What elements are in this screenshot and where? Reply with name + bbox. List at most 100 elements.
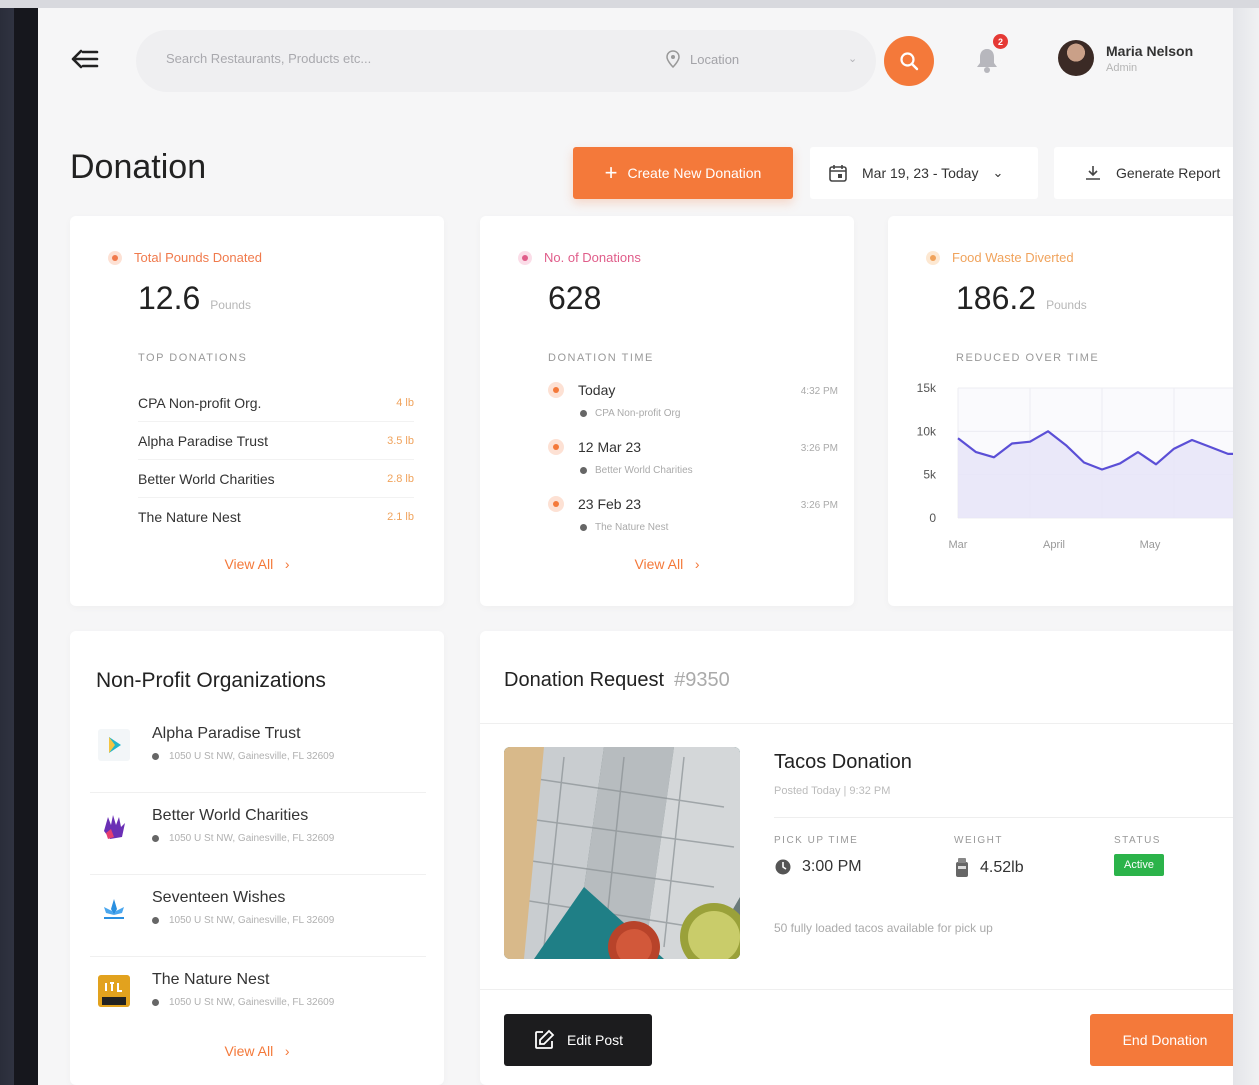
view-all-link[interactable]: View All › [70,556,444,572]
avatar [1058,40,1094,76]
status-info: STATUS Active [1114,835,1164,876]
donation-time-list: Today 4:32 PM CPA Non-profit Org 12 Mar … [548,378,838,549]
heart-icon [518,250,532,265]
donation-amount: 4 lb [396,396,414,409]
org-name: Alpha Paradise Trust [152,725,301,742]
list-item[interactable]: 23 Feb 23 3:26 PM The Nature Nest [548,492,838,549]
chevron-right-icon: › [687,556,700,572]
org-name: Alpha Paradise Trust [138,432,268,449]
stat-value: 628 [548,280,601,317]
weight-info: WEIGHT 4.52lb [954,835,1024,878]
donation-org: CPA Non-profit Org [580,408,680,419]
collapse-menu-icon[interactable] [70,46,100,72]
top-donations-list: CPA Non-profit Org. 4 lb Alpha Paradise … [138,384,414,536]
donation-description: 50 fully loaded tacos available for pick… [774,921,993,935]
user-profile[interactable]: Maria Nelson Admin [1058,40,1193,76]
donation-amount: 2.1 lb [387,511,414,523]
donation-org-name: Better World Charities [595,465,693,476]
chevron-down-icon[interactable]: ⌄ [848,52,857,65]
search-icon [900,52,919,71]
donation-name: Tacos Donation [774,751,912,773]
pickup-info: PICK UP TIME 3:00 PM [774,835,862,876]
donation-org-name: The Nature Nest [595,522,669,533]
org-address-text: 1050 U St NW, Gainesville, FL 32609 [169,833,335,844]
list-item[interactable]: The Nature Nest 1050 U St NW, Gainesvill… [90,957,426,1039]
nonprofit-list: Alpha Paradise Trust 1050 U St NW, Gaine… [90,711,426,1039]
weight-value: 4.52lb [954,858,1024,878]
user-name: Maria Nelson [1106,42,1194,59]
org-address-text: 1050 U St NW, Gainesville, FL 32609 [169,751,335,762]
edit-post-button[interactable]: Edit Post [504,1014,652,1066]
donation-time: 3:26 PM [800,500,838,511]
device-bezel [14,8,38,1085]
donation-time: 4:32 PM [800,386,838,397]
total-pounds-card: Total Pounds Donated 12.6 Pounds TOP DON… [70,216,444,606]
list-item[interactable]: The Nature Nest 2.1 lb [138,498,414,536]
chevron-right-icon: › [277,556,290,572]
stat-label-text: Total Pounds Donated [134,250,262,265]
org-name: The Nature Nest [138,509,241,525]
weight-icon [108,250,122,265]
tacos-photo [504,747,740,959]
pin-icon [152,999,159,1006]
list-item[interactable]: 12 Mar 23 3:26 PM Better World Charities [548,435,838,492]
date-range-picker[interactable]: Mar 19, 23 - Today ⌄ [810,147,1038,199]
list-item[interactable]: Seventeen Wishes 1050 U St NW, Gainesvil… [90,875,426,957]
location-select[interactable]: Location [666,50,739,68]
list-item[interactable]: Better World Charities 2.8 lb [138,460,414,498]
clock-icon [775,859,791,875]
list-item[interactable]: Better World Charities 1050 U St NW, Gai… [90,793,426,875]
pickup-caption: PICK UP TIME [774,835,859,846]
view-all-label: View All [634,556,684,572]
create-donation-button[interactable]: + Create New Donation [573,147,793,199]
view-all-label: View All [224,556,274,572]
donation-date: 12 Mar 23 [578,439,642,455]
donation-amount: 3.5 lb [387,434,414,447]
y-tick-label: 0 [929,511,936,525]
end-donation-label: End Donation [1122,1032,1208,1048]
stat-number: 628 [548,280,602,316]
stat-unit: Pounds [210,298,251,312]
search-button[interactable] [884,36,934,86]
donation-org: The Nature Nest [580,522,668,533]
plus-icon: + [604,160,618,185]
status-badge: Active [1114,854,1164,876]
notification-badge: 2 [993,34,1008,49]
top-bar: Location ⌄ 2 Maria Nelson Admin [38,8,1233,112]
date-range-label: Mar 19, 23 - Today [862,165,979,181]
divider [774,817,1233,818]
y-tick-label: 15k [917,381,937,395]
divider [480,989,1233,990]
pickup-value: 3:00 PM [774,858,862,876]
donation-amount: 2.8 lb [387,472,414,485]
donation-icon [548,382,564,398]
pin-icon [580,524,587,531]
x-tick-label: April [1043,539,1065,551]
stat-value: 186.2 Pounds [956,280,1087,317]
list-item[interactable]: CPA Non-profit Org. 4 lb [138,384,414,422]
user-role: Admin [1106,61,1138,74]
stat-number: 186.2 [956,280,1037,316]
list-item[interactable]: Today 4:32 PM CPA Non-profit Org [548,378,838,435]
donation-time: 3:26 PM [800,443,838,454]
list-item[interactable]: Alpha Paradise Trust 1050 U St NW, Gaine… [90,711,426,793]
view-all-link[interactable]: View All › [70,1043,444,1059]
view-all-link[interactable]: View All › [480,556,854,572]
end-donation-button[interactable]: End Donation [1090,1014,1233,1066]
bell-icon[interactable] [974,46,1000,74]
list-item[interactable]: Alpha Paradise Trust 3.5 lb [138,422,414,460]
page-title: Donation [70,148,207,186]
donation-icon [548,496,564,512]
org-address: 1050 U St NW, Gainesville, FL 32609 [152,833,334,844]
generate-report-button[interactable]: Generate Report [1054,147,1233,199]
section-caption: DONATION TIME [548,352,654,364]
edit-icon [535,1029,555,1049]
donation-org-name: CPA Non-profit Org [595,408,681,419]
donation-request-panel: Donation Request #9350 Tacos Donation Po… [480,631,1233,1085]
section-caption: REDUCED OVER TIME [956,352,1100,364]
org-name: The Nature Nest [152,971,270,988]
view-all-label: View All [224,1043,274,1059]
request-title-text: Donation Request [504,669,665,691]
search-input[interactable] [166,51,626,66]
pin-icon [580,467,587,474]
